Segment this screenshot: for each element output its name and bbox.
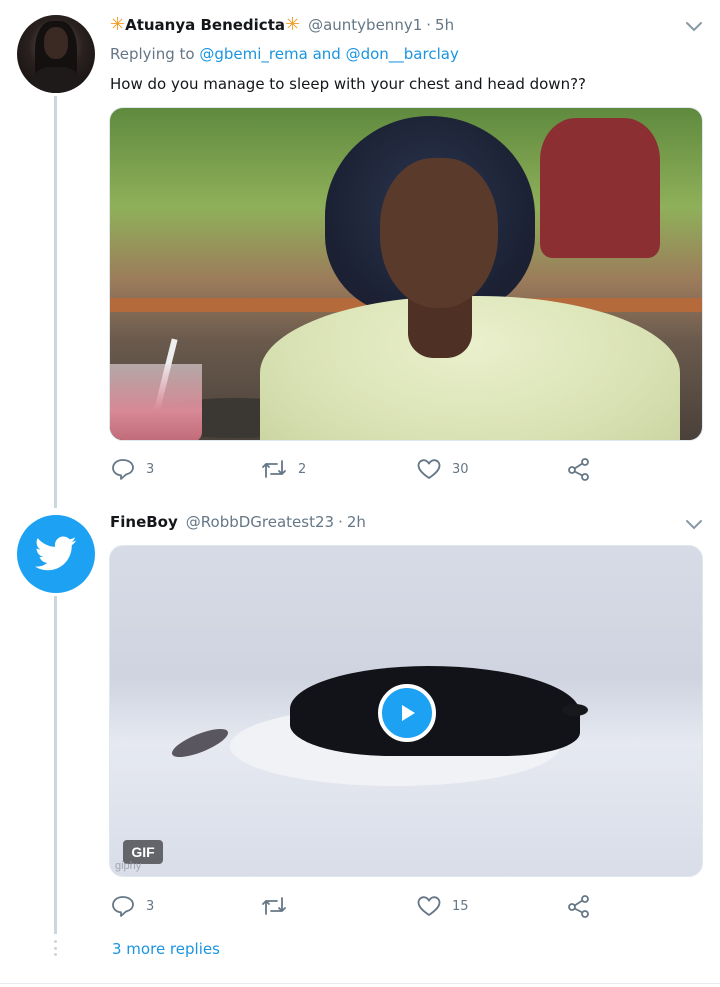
display-name[interactable]: Atuanya Benedicta bbox=[125, 16, 285, 34]
timestamp[interactable]: 2h bbox=[347, 513, 366, 531]
like-button[interactable]: 30 bbox=[416, 456, 469, 482]
reply-icon bbox=[112, 896, 134, 917]
tweet-header: ✳ Atuanya Benedicta ✳ @auntybenny1 · 5h bbox=[110, 14, 454, 35]
reply-icon bbox=[112, 459, 134, 480]
retweet-button[interactable]: 2 bbox=[260, 456, 306, 482]
divider bbox=[0, 983, 720, 984]
avatar[interactable] bbox=[17, 515, 95, 593]
twitter-bird-icon bbox=[35, 536, 77, 571]
replying-to: Replying to @gbemi_rema and @don__barcla… bbox=[110, 45, 459, 63]
retweet-icon bbox=[262, 460, 286, 478]
gif-watermark: giphy bbox=[115, 860, 142, 872]
user-handle[interactable]: @RobbDGreatest23 bbox=[186, 513, 334, 531]
reply-count: 3 bbox=[146, 898, 155, 914]
like-button[interactable]: 15 bbox=[416, 893, 469, 919]
like-count: 15 bbox=[452, 898, 469, 914]
tweet-text: How do you manage to sleep with your che… bbox=[110, 75, 587, 93]
separator: · bbox=[426, 16, 432, 34]
heart-icon bbox=[417, 459, 441, 479]
tweet-gif[interactable]: GIF giphy bbox=[109, 545, 703, 877]
thread-line bbox=[54, 96, 57, 508]
share-icon bbox=[568, 895, 589, 918]
share-button[interactable] bbox=[566, 893, 592, 919]
play-button[interactable] bbox=[378, 684, 436, 742]
avatar[interactable] bbox=[17, 15, 95, 93]
name-decoration: ✳ bbox=[110, 14, 126, 35]
reply-button[interactable]: 3 bbox=[110, 893, 154, 919]
tweet-photo[interactable] bbox=[109, 107, 703, 441]
replying-and: and bbox=[312, 45, 341, 63]
thread-line bbox=[54, 596, 57, 934]
separator: · bbox=[338, 513, 343, 531]
more-replies-link[interactable]: 3 more replies bbox=[112, 940, 220, 958]
reply-button[interactable]: 3 bbox=[110, 456, 154, 482]
tweet-actions: 3 15 bbox=[110, 893, 610, 919]
tweet-header: FineBoy @RobbDGreatest23 · 2h bbox=[110, 513, 366, 531]
timestamp[interactable]: 5h bbox=[435, 16, 454, 34]
user-handle[interactable]: @auntybenny1 bbox=[308, 16, 422, 34]
reply-count: 3 bbox=[146, 461, 155, 477]
heart-icon bbox=[417, 896, 441, 916]
like-count: 30 bbox=[452, 461, 469, 477]
display-name[interactable]: FineBoy bbox=[110, 513, 178, 531]
play-icon bbox=[402, 705, 415, 721]
thread-dots bbox=[54, 940, 57, 956]
retweet-icon bbox=[262, 897, 286, 915]
chevron-down-icon[interactable] bbox=[684, 518, 704, 532]
tweet-actions: 3 2 30 bbox=[110, 456, 610, 482]
retweet-count: 2 bbox=[298, 461, 307, 477]
chevron-down-icon[interactable] bbox=[684, 20, 704, 34]
share-icon bbox=[568, 458, 589, 481]
replying-user-link[interactable]: @gbemi_rema bbox=[199, 45, 307, 63]
replying-user-link[interactable]: @don__barclay bbox=[346, 45, 459, 63]
share-button[interactable] bbox=[566, 456, 592, 482]
retweet-button[interactable] bbox=[260, 893, 298, 919]
replying-prefix: Replying to bbox=[110, 45, 195, 63]
name-decoration: ✳ bbox=[285, 14, 301, 35]
